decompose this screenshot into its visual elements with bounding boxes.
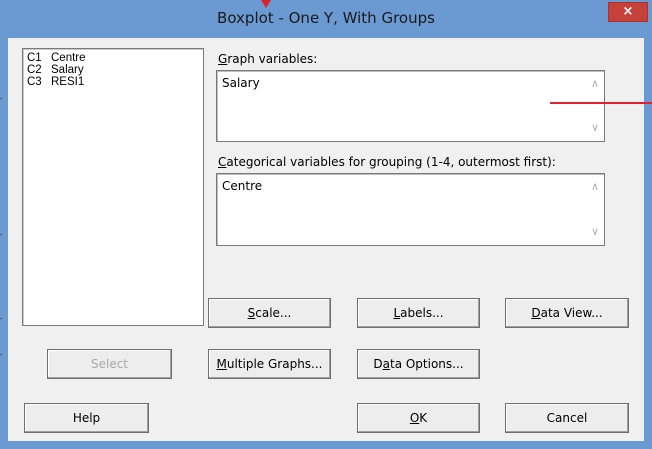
edge-tick — [0, 354, 2, 355]
column-name: RESI1 — [51, 76, 85, 88]
edge-tick — [0, 98, 2, 99]
column-id: C2 — [27, 64, 42, 76]
window-title: Boxplot - One Y, With Groups — [217, 9, 435, 27]
chevron-up-icon[interactable]: ∧ — [587, 179, 603, 195]
ok-button[interactable]: OK — [357, 403, 480, 433]
dialog-window: Boxplot - One Y, With Groups × C1 Centre… — [0, 0, 652, 449]
cancel-button[interactable]: Cancel — [505, 403, 629, 433]
data-options-button[interactable]: Data Options... — [357, 349, 480, 379]
edge-tick — [0, 234, 2, 235]
help-button[interactable]: Help — [24, 403, 149, 433]
annotation-line — [550, 102, 652, 104]
column-name: Centre — [51, 52, 86, 64]
chevron-down-icon[interactable]: ∨ — [587, 224, 603, 240]
edge-tick — [0, 318, 2, 319]
column-id: C1 — [27, 52, 42, 64]
categorical-variables-label: Categorical variables for grouping (1-4,… — [218, 155, 556, 169]
select-button[interactable]: Select — [47, 349, 172, 379]
annotation-arrow — [261, 0, 271, 8]
variable-list[interactable]: C1 Centre C2 Salary C3 RESI1 — [22, 48, 204, 326]
close-icon: × — [622, 4, 634, 19]
categorical-variables-field[interactable]: Centre ∧ ∨ — [216, 173, 605, 246]
title-bar[interactable]: Boxplot - One Y, With Groups × — [0, 0, 652, 38]
labels-button[interactable]: Labels... — [357, 298, 480, 328]
close-button[interactable]: × — [608, 2, 648, 22]
graph-variables-label: Graph variables: — [218, 52, 318, 66]
graph-variables-value: Salary — [222, 76, 260, 90]
scale-button[interactable]: Scale... — [208, 298, 331, 328]
chevron-up-icon[interactable]: ∧ — [587, 76, 603, 92]
categorical-variables-value: Centre — [222, 179, 263, 193]
graph-variables-field[interactable]: Salary ∧ ∨ — [216, 70, 605, 142]
column-name: Salary — [51, 64, 84, 76]
chevron-down-icon[interactable]: ∨ — [587, 120, 603, 136]
categorical-variables-scrollbar[interactable]: ∧ ∨ — [587, 175, 603, 244]
column-id: C3 — [27, 76, 42, 88]
data-view-button[interactable]: Data View... — [505, 298, 629, 328]
dialog-body: C1 Centre C2 Salary C3 RESI1 Graph varia… — [8, 38, 644, 441]
multiple-graphs-button[interactable]: Multiple Graphs... — [208, 349, 331, 379]
graph-variables-scrollbar[interactable]: ∧ ∨ — [587, 72, 603, 140]
